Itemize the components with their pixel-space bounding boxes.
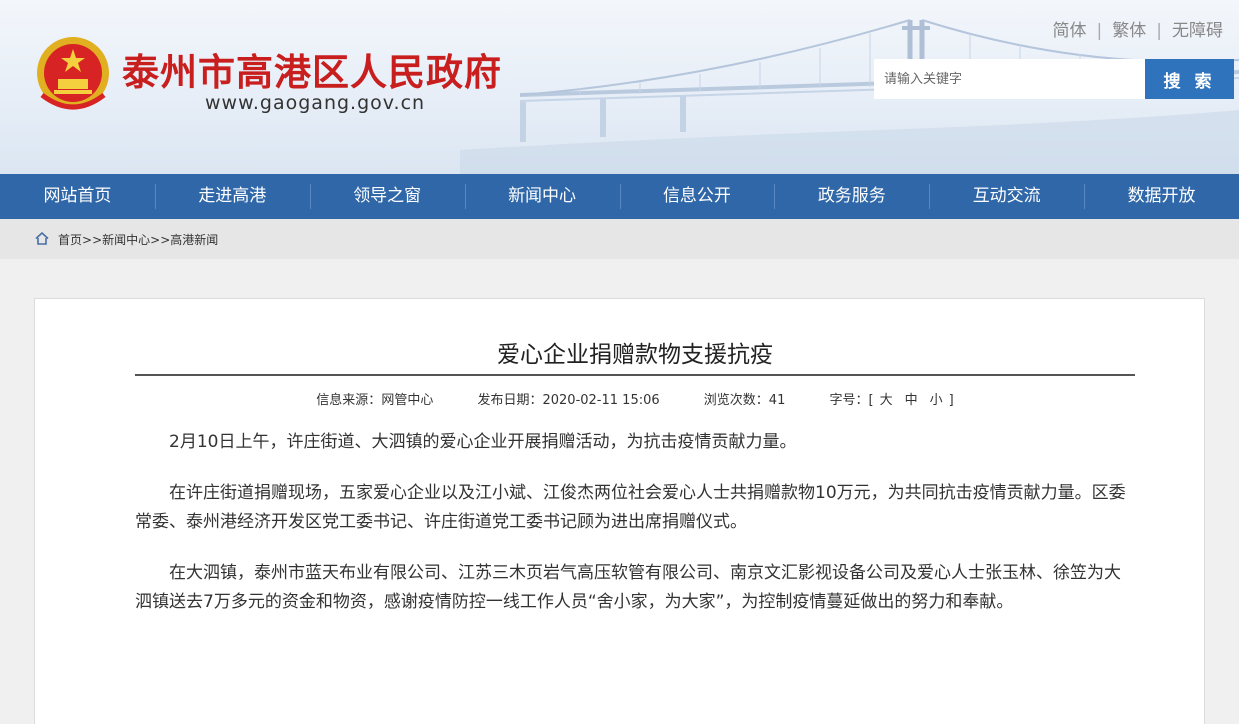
- breadcrumb-separator: >>: [150, 233, 171, 247]
- meta-source-label: 信息来源：: [316, 393, 382, 408]
- meta-views-label: 浏览次数：: [703, 393, 769, 408]
- main-nav: 网站首页 走进高港 领导之窗 新闻中心 信息公开 政务服务 互动交流 数据开放: [0, 174, 1239, 219]
- accessibility-link[interactable]: 无障碍: [1172, 21, 1223, 41]
- national-emblem-icon: [37, 37, 109, 110]
- meta-views-value: 41: [768, 393, 786, 408]
- nav-item-about[interactable]: 走进高港: [154, 174, 310, 219]
- nav-item-info-disclosure[interactable]: 信息公开: [619, 174, 775, 219]
- font-size-close-bracket: ]: [948, 393, 954, 408]
- meta-date-value: 2020-02-11 15:06: [542, 393, 660, 408]
- font-size-medium-button[interactable]: 中: [899, 393, 924, 408]
- meta-font-size: 字号：[大中小]: [829, 393, 953, 408]
- breadcrumb-news-center[interactable]: 新闻中心: [102, 233, 150, 247]
- meta-date-label: 发布日期：: [477, 393, 543, 408]
- article-paragraph: 在大泗镇，泰州市蓝天布业有限公司、江苏三木页岩气高压软管有限公司、南京文汇影视设…: [135, 563, 1121, 612]
- lang-simplified-link[interactable]: 简体: [1053, 21, 1087, 41]
- nav-item-open-data[interactable]: 数据开放: [1084, 174, 1239, 219]
- language-bar: 简体 | 繁体 | 无障碍: [1053, 16, 1223, 41]
- nav-item-interaction[interactable]: 互动交流: [929, 174, 1084, 219]
- search-button[interactable]: 搜 索: [1145, 59, 1234, 99]
- breadcrumb: 首页>>新闻中心>>高港新闻: [58, 231, 218, 248]
- font-size-large-button[interactable]: 大: [874, 393, 899, 408]
- separator: |: [1096, 21, 1103, 41]
- nav-item-gov-services[interactable]: 政务服务: [774, 174, 929, 219]
- breadcrumb-separator: >>: [82, 233, 103, 247]
- article-title: 爱心企业捐赠款物支援抗疫: [497, 342, 773, 368]
- article-paragraph: 2月10日上午，许庄街道、大泗镇的爱心企业开展捐赠活动，为抗击疫情贡献力量。: [169, 432, 797, 452]
- title-divider: [135, 374, 1135, 376]
- search-input[interactable]: [874, 59, 1145, 99]
- site-url: www.gaogang.gov.cn: [205, 92, 426, 114]
- font-size-small-button[interactable]: 小: [924, 393, 949, 408]
- site-title[interactable]: 泰州市高港区人民政府: [122, 42, 502, 96]
- nav-item-leaders[interactable]: 领导之窗: [309, 174, 465, 219]
- home-icon: [35, 232, 49, 245]
- site-header: 泰州市高港区人民政府 www.gaogang.gov.cn 简体 | 繁体 | 无障碍 …: [0, 0, 1239, 174]
- lang-traditional-link[interactable]: 繁体: [1112, 21, 1146, 41]
- meta-views: 浏览次数：41: [704, 393, 786, 408]
- meta-source: 信息来源：网管中心: [316, 393, 433, 408]
- breadcrumb-gaogang-news[interactable]: 高港新闻: [170, 233, 218, 247]
- breadcrumb-home[interactable]: 首页: [58, 233, 82, 247]
- article-meta: 信息来源：网管中心 发布日期：2020-02-11 15:06 浏览次数：41 …: [0, 389, 1239, 408]
- article-paragraph: 在许庄街道捐赠现场，五家爱心企业以及江小斌、江俊杰两位社会爱心人士共捐赠款物10…: [135, 483, 1126, 532]
- nav-item-home[interactable]: 网站首页: [0, 174, 155, 219]
- font-size-open-bracket: [: [868, 393, 874, 408]
- nav-item-news[interactable]: 新闻中心: [464, 174, 620, 219]
- meta-date: 发布日期：2020-02-11 15:06: [477, 393, 659, 408]
- font-size-label: 字号：: [829, 393, 869, 408]
- meta-source-value: 网管中心: [381, 393, 434, 408]
- separator: |: [1156, 21, 1162, 41]
